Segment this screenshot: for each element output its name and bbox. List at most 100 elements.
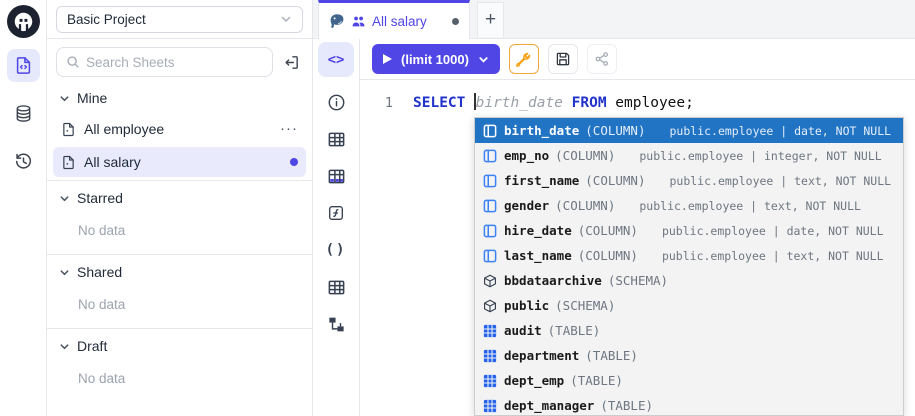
- empty-placeholder: No data: [47, 361, 312, 402]
- suggestion-item[interactable]: bbdataarchive (SCHEMA): [475, 268, 903, 293]
- suggestion-kind: (COLUMN): [555, 198, 615, 213]
- suggestion-item[interactable]: first_name (COLUMN) public.employee | te…: [475, 168, 903, 193]
- project-select-value: Basic Project: [67, 12, 146, 27]
- suggestion-item[interactable]: hire_date (COLUMN) public.employee | dat…: [475, 218, 903, 243]
- schema-diagram-icon[interactable]: [324, 312, 348, 336]
- sheet-item-label: All salary: [84, 154, 141, 170]
- share-sheet-button[interactable]: [587, 44, 617, 74]
- wrench-icon: [515, 51, 532, 68]
- save-sheet-button[interactable]: [548, 44, 578, 74]
- suggestion-kind: (COLUMN): [585, 173, 645, 188]
- sheet-icon: [61, 155, 76, 170]
- schema-icon: [482, 273, 497, 288]
- suggestion-detail: public.employee | text, NOT NULL: [669, 174, 891, 188]
- format-sql-button[interactable]: [509, 44, 539, 74]
- table-icon: [482, 348, 497, 363]
- run-query-button[interactable]: (limit 1000): [372, 44, 500, 74]
- sheet-item-label: All employee: [84, 121, 164, 137]
- tab-all-salary[interactable]: All salary: [318, 0, 470, 39]
- suggestion-kind: (TABLE): [570, 373, 623, 388]
- suggestion-kind: (SCHEMA): [608, 273, 668, 288]
- suggestion-item[interactable]: emp_no (COLUMN) public.employee | intege…: [475, 143, 903, 168]
- tab-unsaved-dot: [452, 18, 459, 25]
- chevron-down-icon: [280, 13, 292, 25]
- sidebar-section-mine[interactable]: Mine: [47, 81, 312, 113]
- table-icon: [482, 398, 497, 413]
- editor-toolbar: (limit 1000): [360, 39, 915, 80]
- play-icon: [383, 54, 392, 64]
- rail-sheet-button[interactable]: [7, 49, 40, 82]
- new-tab-button[interactable]: +: [477, 2, 504, 37]
- empty-placeholder: No data: [47, 287, 312, 328]
- chevron-down-icon: [59, 93, 70, 104]
- suggestion-detail: public.employee | text, NOT NULL: [662, 249, 884, 263]
- chevron-down-icon: [59, 341, 70, 352]
- search-input[interactable]: [86, 55, 263, 70]
- sidebar-section-starred[interactable]: Starred: [47, 181, 312, 213]
- line-number: 1: [360, 93, 400, 113]
- more-icon[interactable]: ···: [280, 125, 298, 133]
- suggestion-name: hire_date: [504, 223, 572, 238]
- column-icon: [482, 148, 497, 163]
- parentheses-icon[interactable]: (): [324, 238, 348, 262]
- column-icon: [482, 248, 497, 263]
- project-select[interactable]: Basic Project: [56, 6, 303, 33]
- suggestion-name: public: [504, 298, 549, 313]
- tab-label: All salary: [372, 14, 427, 29]
- unsaved-dot: [290, 158, 298, 166]
- rail-history-button[interactable]: [7, 145, 40, 178]
- code-text: SELECT birth_date FROM employee;: [400, 93, 694, 113]
- editor-icon-strip: <> (): [313, 39, 360, 416]
- suggestion-kind: (SCHEMA): [555, 298, 615, 313]
- chevron-down-icon: [59, 267, 70, 278]
- save-icon: [555, 51, 571, 67]
- suggestion-name: dept_emp: [504, 373, 564, 388]
- search-row: [47, 39, 312, 81]
- chevron-down-icon: [478, 54, 489, 65]
- column-icon: [482, 123, 497, 138]
- sidebar-section-draft[interactable]: Draft: [47, 329, 312, 361]
- suggestion-name: last_name: [504, 248, 572, 263]
- section-label: Draft: [77, 338, 107, 354]
- suggestion-item[interactable]: department (TABLE): [475, 343, 903, 368]
- import-sheet-icon[interactable]: [280, 50, 303, 74]
- search-box[interactable]: [56, 47, 273, 77]
- suggestion-kind: (COLUMN): [578, 223, 638, 238]
- code-line-1: 1 SELECT birth_date FROM employee;: [360, 93, 915, 113]
- sidebar-section-shared[interactable]: Shared: [47, 255, 312, 287]
- suggestion-item[interactable]: gender (COLUMN) public.employee | text, …: [475, 193, 903, 218]
- sheet-sidebar: Basic Project Mine All employee ··· All …: [47, 0, 313, 416]
- section-label: Starred: [77, 190, 123, 206]
- suggestion-name: birth_date: [504, 123, 579, 138]
- suggestion-detail: public.employee | date, NOT NULL: [669, 124, 891, 138]
- suggestion-name: dept_manager: [504, 398, 594, 413]
- suggestion-name: gender: [504, 198, 549, 213]
- function-icon[interactable]: [324, 201, 348, 225]
- sheet-item-all-salary[interactable]: All salary: [53, 147, 306, 177]
- bytebase-logo-icon[interactable]: [7, 5, 40, 38]
- code-plain: employee;: [607, 95, 694, 111]
- table-panel-icon[interactable]: [324, 127, 348, 151]
- suggestion-detail: public.employee | text, NOT NULL: [639, 199, 861, 213]
- empty-placeholder: No data: [47, 213, 312, 254]
- column-icon: [482, 223, 497, 238]
- suggestion-item[interactable]: dept_manager (TABLE): [475, 393, 903, 416]
- rail-database-button[interactable]: [7, 97, 40, 130]
- suggestion-item[interactable]: dept_emp (TABLE): [475, 368, 903, 393]
- table-icon: [482, 323, 497, 338]
- sheet-item-all-employee[interactable]: All employee ···: [53, 114, 306, 144]
- suggestion-item[interactable]: last_name (COLUMN) public.employee | tex…: [475, 243, 903, 268]
- section-label: Mine: [77, 90, 107, 106]
- chevron-down-icon: [59, 193, 70, 204]
- left-rail: [0, 0, 47, 416]
- keyword-select: SELECT: [413, 95, 474, 111]
- info-icon[interactable]: [324, 90, 348, 114]
- suggestion-name: emp_no: [504, 148, 549, 163]
- suggestion-item[interactable]: birth_date (COLUMN) public.employee | da…: [475, 118, 903, 143]
- table-data-icon[interactable]: [324, 164, 348, 188]
- suggestion-item[interactable]: public (SCHEMA): [475, 293, 903, 318]
- table-icon: [482, 373, 497, 388]
- code-panel-icon[interactable]: <>: [318, 42, 354, 77]
- table-list-icon[interactable]: [324, 275, 348, 299]
- suggestion-item[interactable]: audit (TABLE): [475, 318, 903, 343]
